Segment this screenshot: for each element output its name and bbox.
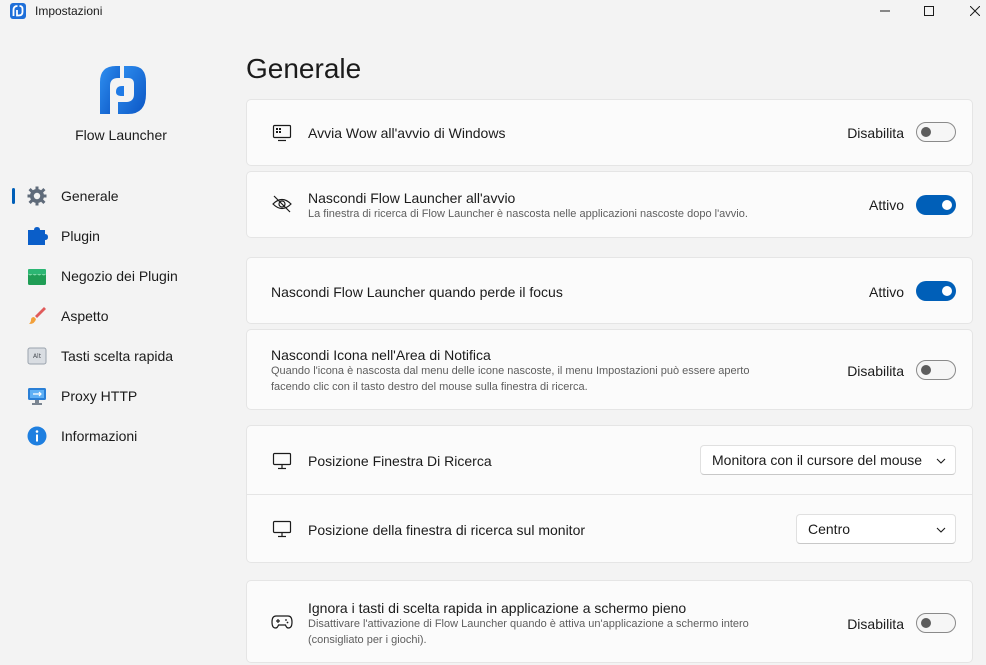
nav-menu: Generale Plugin Negozio dei Plugin Aspet… <box>0 176 240 456</box>
setting-card-hide-tray-icon: Nascondi Icona nell'Area di Notifica Qua… <box>246 329 973 410</box>
setting-description-line1: Quando l'icona è nascosta dal menu delle… <box>271 365 750 377</box>
setting-row-hide-lose-focus: Nascondi Flow Launcher quando perde il f… <box>247 258 972 323</box>
setting-title: Nascondi Icona nell'Area di Notifica <box>271 347 491 363</box>
close-button[interactable] <box>952 0 986 22</box>
chevron-down-icon <box>936 527 946 533</box>
startup-icon <box>271 122 293 144</box>
sidebar-item-tasti[interactable]: Alt Tasti scelta rapida <box>0 336 240 376</box>
maximize-icon <box>924 6 934 16</box>
setting-card-hide-on-startup: Nascondi Flow Launcher all'avvio La fine… <box>246 171 973 238</box>
close-icon <box>970 6 980 16</box>
sidebar-item-label: Proxy HTTP <box>61 388 138 404</box>
setting-row-hide-tray-icon: Nascondi Icona nell'Area di Notifica Qua… <box>247 330 972 409</box>
setting-description-line1: Disattivare l'attivazione di Flow Launch… <box>308 618 749 630</box>
setting-title: Nascondi Flow Launcher quando perde il f… <box>271 284 563 300</box>
setting-description-line2: (consigliato per i giochi). <box>308 634 427 646</box>
setting-card-startup: Avvia Wow all'avvio di Windows Disabilit… <box>246 99 973 166</box>
setting-card-search-window: Posizione Finestra Di Ricerca Monitora c… <box>246 425 973 563</box>
flow-launcher-icon <box>10 3 26 19</box>
setting-row-ignore-hotkeys: Ignora i tasti di scelta rapida in appli… <box>247 581 972 662</box>
setting-row-hide-on-startup: Nascondi Flow Launcher all'avvio La fine… <box>247 172 972 237</box>
setting-row-search-window-monitor: Posizione della finestra di ricerca sul … <box>247 495 972 563</box>
sidebar-item-proxy[interactable]: Proxy HTTP <box>0 376 240 416</box>
setting-row-startup: Avvia Wow all'avvio di Windows Disabilit… <box>247 100 972 165</box>
sidebar-item-negozio[interactable]: Negozio dei Plugin <box>0 256 240 296</box>
search-window-position-dropdown[interactable]: Monitora con il cursore del mouse <box>700 445 956 475</box>
sidebar-item-label: Aspetto <box>61 308 109 324</box>
setting-state-label: Disabilita <box>847 616 904 632</box>
maximize-button[interactable] <box>906 0 952 22</box>
setting-title: Posizione Finestra Di Ricerca <box>308 453 492 469</box>
dropdown-value: Centro <box>808 521 851 537</box>
chevron-down-icon <box>936 458 946 464</box>
keyboard-alt-icon: Alt <box>26 345 48 367</box>
paintbrush-icon <box>26 305 48 327</box>
sidebar: Flow Launcher Generale Plugin Negozio de… <box>0 22 240 665</box>
flow-launcher-logo <box>100 66 146 114</box>
puzzle-icon <box>26 225 48 247</box>
sidebar-item-label: Negozio dei Plugin <box>61 268 178 284</box>
search-window-monitor-dropdown[interactable]: Centro <box>796 514 956 544</box>
gear-icon <box>26 185 48 207</box>
sidebar-item-generale[interactable]: Generale <box>0 176 240 216</box>
sidebar-item-label: Informazioni <box>61 428 138 444</box>
minimize-icon <box>880 10 890 12</box>
sidebar-item-plugin[interactable]: Plugin <box>0 216 240 256</box>
setting-state-label: Disabilita <box>847 125 904 141</box>
setting-description: La finestra di ricerca di Flow Launcher … <box>308 208 748 220</box>
startup-toggle[interactable] <box>916 122 956 142</box>
store-icon <box>26 265 48 287</box>
gamepad-icon <box>271 611 293 633</box>
setting-title: Avvia Wow all'avvio di Windows <box>308 125 506 141</box>
setting-row-search-window-position: Posizione Finestra Di Ricerca Monitora c… <box>247 426 972 494</box>
window-title: Impostazioni <box>35 4 103 18</box>
info-icon <box>26 425 48 447</box>
setting-title: Ignora i tasti di scelta rapida in appli… <box>308 600 687 616</box>
hide-lose-focus-toggle[interactable] <box>916 281 956 301</box>
setting-state-label: Attivo <box>868 284 904 300</box>
brand-name: Flow Launcher <box>75 127 167 143</box>
monitor-icon <box>271 518 293 540</box>
setting-state-label: Disabilita <box>847 363 904 379</box>
title-bar: Impostazioni <box>0 0 986 22</box>
sidebar-item-label: Plugin <box>61 228 100 244</box>
sidebar-item-aspetto[interactable]: Aspetto <box>0 296 240 336</box>
setting-description-line2: facendo clic con il tasto destro del mou… <box>271 381 588 393</box>
sidebar-item-informazioni[interactable]: Informazioni <box>0 416 240 456</box>
monitor-icon <box>271 450 293 472</box>
minimize-button[interactable] <box>862 0 908 22</box>
network-icon <box>26 385 48 407</box>
dropdown-value: Monitora con il cursore del mouse <box>712 452 923 468</box>
sidebar-item-label: Tasti scelta rapida <box>61 348 174 364</box>
page-title: Generale <box>246 53 362 84</box>
sidebar-item-label: Generale <box>61 188 119 204</box>
setting-card-ignore-hotkeys: Ignora i tasti di scelta rapida in appli… <box>246 580 973 663</box>
eye-hidden-icon <box>271 193 293 215</box>
setting-card-hide-lose-focus: Nascondi Flow Launcher quando perde il f… <box>246 257 973 324</box>
setting-title: Nascondi Flow Launcher all'avvio <box>308 190 516 206</box>
hide-on-startup-toggle[interactable] <box>916 195 956 215</box>
setting-state-label: Attivo <box>868 197 904 213</box>
hide-tray-icon-toggle[interactable] <box>916 360 956 380</box>
setting-title: Posizione della finestra di ricerca sul … <box>308 522 586 538</box>
svg-text:Alt: Alt <box>33 353 42 360</box>
ignore-hotkeys-toggle[interactable] <box>916 613 956 633</box>
